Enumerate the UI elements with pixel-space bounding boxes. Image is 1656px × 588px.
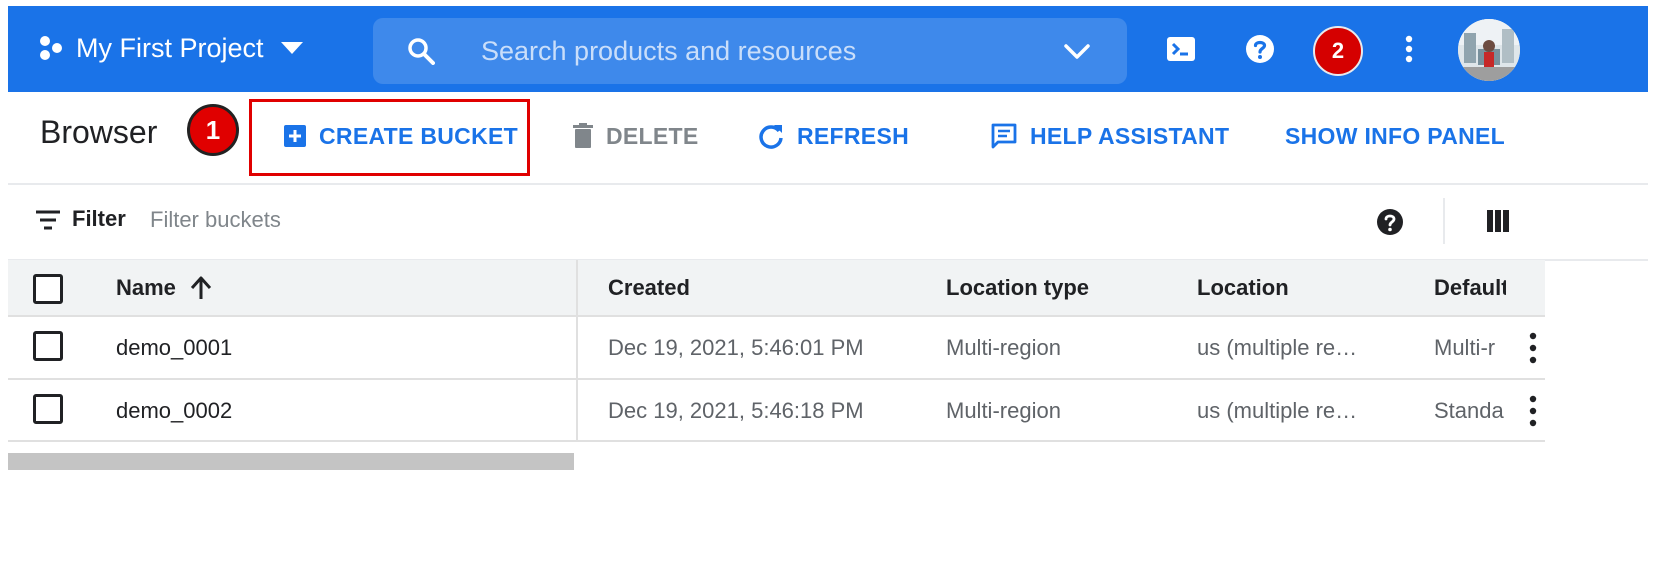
chat-icon — [991, 123, 1017, 149]
search-icon — [408, 38, 435, 65]
delete-label: DELETE — [606, 122, 699, 149]
filter-separator — [1443, 198, 1445, 244]
column-header-name[interactable]: Name — [116, 260, 212, 316]
cloud-shell-icon[interactable] — [1164, 32, 1198, 66]
default-class-cell: Standa — [1434, 398, 1504, 423]
create-bucket-label: CREATE BUCKET — [319, 122, 518, 149]
chevron-down-icon[interactable] — [1063, 43, 1091, 61]
filter-label: Filter — [72, 206, 126, 231]
top-app-bar: My First Project 2 — [8, 6, 1648, 92]
create-bucket-button[interactable]: CREATE BUCKET — [283, 116, 518, 156]
help-assistant-button[interactable]: HELP ASSISTANT — [990, 116, 1229, 156]
row-actions-icon[interactable] — [1526, 331, 1540, 365]
column-header-location[interactable]: Location — [1197, 260, 1289, 316]
filter-icon — [36, 210, 60, 230]
refresh-label: REFRESH — [797, 122, 910, 149]
column-header-created[interactable]: Created — [608, 260, 690, 316]
more-vert-icon[interactable] — [1392, 32, 1426, 66]
select-all-checkbox[interactable] — [33, 274, 63, 304]
caret-down-icon — [280, 42, 303, 54]
created-cell: Dec 19, 2021, 5:46:18 PM — [608, 398, 864, 423]
page-title: Browser — [40, 114, 158, 150]
search-input[interactable] — [481, 30, 1041, 72]
avatar-photo — [1458, 19, 1520, 81]
column-header-default[interactable]: Default — [1434, 260, 1506, 316]
help-icon[interactable] — [1243, 32, 1277, 66]
step-number: 1 — [205, 114, 221, 145]
column-name-label: Name — [116, 275, 176, 300]
step-number-badge: 1 — [187, 104, 239, 156]
avatar[interactable] — [1458, 19, 1520, 81]
row-checkbox[interactable] — [33, 331, 63, 361]
column-header-location-type[interactable]: Location type — [946, 260, 1089, 316]
filter-help-icon[interactable] — [1376, 208, 1404, 236]
default-class-cell: Multi-r — [1434, 335, 1496, 360]
gcp-storage-browser: My First Project 2 — [0, 0, 1656, 588]
help-assistant-label: HELP ASSISTANT — [1030, 122, 1230, 149]
search-box[interactable] — [373, 18, 1127, 84]
table-row[interactable]: demo_0001 Dec 19, 2021, 5:46:01 PM Multi… — [8, 317, 1545, 379]
location-type-cell: Multi-region — [946, 335, 1061, 360]
row-actions-icon[interactable] — [1526, 394, 1540, 428]
name-column-divider — [576, 260, 578, 440]
show-info-panel-button[interactable]: SHOW INFO PANEL — [1285, 116, 1505, 156]
notification-count: 2 — [1331, 38, 1345, 63]
notifications-badge[interactable]: 2 — [1313, 26, 1363, 76]
refresh-button[interactable]: REFRESH — [757, 116, 909, 156]
project-selector[interactable]: My First Project — [36, 28, 304, 68]
table-row[interactable]: demo_0002 Dec 19, 2021, 5:46:18 PM Multi… — [8, 380, 1545, 442]
add-box-icon — [284, 125, 306, 147]
row-checkbox[interactable] — [33, 394, 63, 424]
row-divider — [8, 440, 1545, 442]
horizontal-scrollbar[interactable] — [8, 453, 574, 470]
toolbar-divider — [8, 183, 1648, 185]
table-header: Name Created Location type Location Defa… — [8, 260, 1545, 316]
location-cell: us (multiple re… — [1197, 398, 1358, 423]
show-info-panel-label: SHOW INFO PANEL — [1285, 122, 1506, 149]
delete-button[interactable]: DELETE — [572, 116, 699, 156]
refresh-icon — [759, 125, 783, 149]
location-type-cell: Multi-region — [946, 398, 1061, 423]
bucket-name-link[interactable]: demo_0001 — [116, 317, 232, 379]
location-cell: us (multiple re… — [1197, 335, 1358, 360]
sort-arrow-up-icon — [190, 276, 212, 299]
trash-icon — [573, 123, 593, 148]
column-display-icon[interactable] — [1486, 209, 1510, 233]
bucket-name-link[interactable]: demo_0002 — [116, 380, 232, 442]
project-hex-icon — [40, 36, 62, 60]
created-cell: Dec 19, 2021, 5:46:01 PM — [608, 335, 864, 360]
filter-input[interactable] — [150, 202, 750, 238]
project-name: My First Project — [76, 32, 264, 63]
